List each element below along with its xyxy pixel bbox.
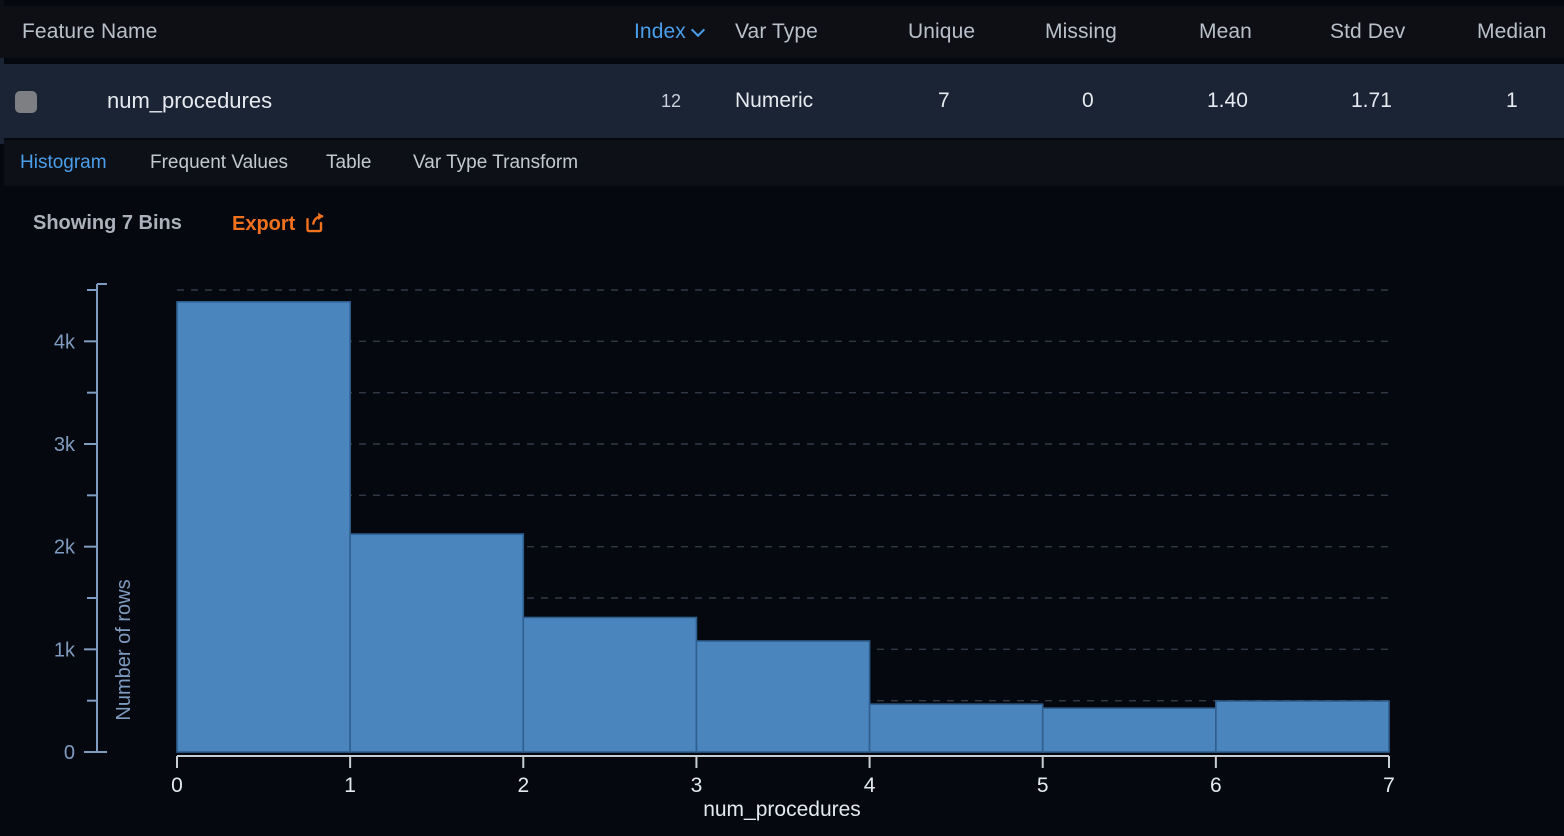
share-export-icon bbox=[303, 211, 325, 238]
histogram-bar[interactable] bbox=[350, 534, 523, 752]
cell-mean: 1.40 bbox=[1207, 64, 1248, 138]
y-axis-title: Number of rows bbox=[113, 579, 135, 720]
column-header-unique[interactable]: Unique bbox=[908, 20, 975, 44]
x-tick-label: 2 bbox=[517, 774, 529, 797]
histogram-svg: 0 1k 2k 3k 4k 0 1 2 3 4 5 6 7 Number of rows num_pr… bbox=[0, 254, 1564, 836]
column-header-missing[interactable]: Missing bbox=[1045, 20, 1117, 44]
cell-feature-name: num_procedures bbox=[107, 64, 272, 138]
tab-frequent-values[interactable]: Frequent Values bbox=[150, 152, 288, 174]
tab-table[interactable]: Table bbox=[326, 152, 371, 174]
table-row[interactable]: num_procedures 12 Numeric 7 0 1.40 1.71 … bbox=[4, 64, 1564, 138]
y-tick-label: 0 bbox=[64, 742, 75, 764]
tab-histogram[interactable]: Histogram bbox=[20, 152, 107, 174]
x-tick-label: 5 bbox=[1037, 774, 1049, 797]
x-tick-label: 3 bbox=[691, 774, 703, 797]
x-tick-label: 6 bbox=[1210, 774, 1222, 797]
row-select-checkbox[interactable] bbox=[15, 91, 37, 113]
column-header-mean[interactable]: Mean bbox=[1199, 20, 1252, 44]
histogram-bar[interactable] bbox=[1043, 708, 1216, 752]
cell-median: 1 bbox=[1506, 64, 1518, 138]
feature-detail-panel: Feature Name Index Var Type Unique Missi… bbox=[0, 0, 1564, 836]
x-tick-label: 1 bbox=[344, 774, 356, 797]
y-tick-label: 1k bbox=[54, 639, 76, 661]
x-axis: 0 1 2 3 4 5 6 7 bbox=[171, 756, 1395, 797]
x-axis-title: num_procedures bbox=[703, 798, 861, 821]
cell-index: 12 bbox=[661, 64, 681, 138]
y-tick-label: 3k bbox=[54, 434, 76, 456]
column-header-index[interactable]: Index bbox=[634, 20, 705, 44]
detail-tab-bar: Histogram Frequent Values Table Var Type… bbox=[4, 140, 1564, 186]
y-tick-label: 2k bbox=[54, 537, 76, 559]
export-button[interactable]: Export bbox=[232, 211, 325, 238]
x-tick-label: 7 bbox=[1383, 774, 1395, 797]
histogram-bar[interactable] bbox=[696, 641, 869, 752]
column-header-std-dev[interactable]: Std Dev bbox=[1330, 20, 1405, 44]
column-header-index-label: Index bbox=[634, 20, 686, 44]
column-header-var-type[interactable]: Var Type bbox=[735, 20, 818, 44]
histogram-chart: 0 1k 2k 3k 4k 0 1 2 3 4 5 6 7 Number of rows num_pr… bbox=[0, 254, 1564, 836]
y-tick-label: 4k bbox=[54, 331, 76, 353]
table-header-row: Feature Name Index Var Type Unique Missi… bbox=[0, 6, 1564, 58]
column-header-median[interactable]: Median bbox=[1477, 20, 1546, 44]
histogram-bar[interactable] bbox=[177, 302, 350, 752]
column-header-feature-name[interactable]: Feature Name bbox=[22, 20, 157, 44]
export-button-label: Export bbox=[232, 213, 295, 236]
x-tick-label: 4 bbox=[864, 774, 876, 797]
cell-unique: 7 bbox=[938, 64, 950, 138]
cell-var-type: Numeric bbox=[735, 64, 813, 138]
histogram-bar[interactable] bbox=[870, 704, 1043, 752]
chevron-down-icon bbox=[693, 24, 705, 36]
x-tick-label: 0 bbox=[171, 774, 183, 797]
y-axis: 0 1k 2k 3k 4k bbox=[54, 284, 107, 764]
chart-toolbar: Showing 7 Bins Export bbox=[0, 196, 1564, 254]
histogram-bar[interactable] bbox=[1216, 701, 1389, 752]
bins-count-label: Showing 7 Bins bbox=[33, 212, 182, 235]
histogram-bar[interactable] bbox=[523, 618, 696, 752]
tab-var-type-transform[interactable]: Var Type Transform bbox=[413, 152, 578, 174]
cell-std-dev: 1.71 bbox=[1351, 64, 1392, 138]
cell-missing: 0 bbox=[1082, 64, 1094, 138]
histogram-bars bbox=[177, 302, 1389, 752]
